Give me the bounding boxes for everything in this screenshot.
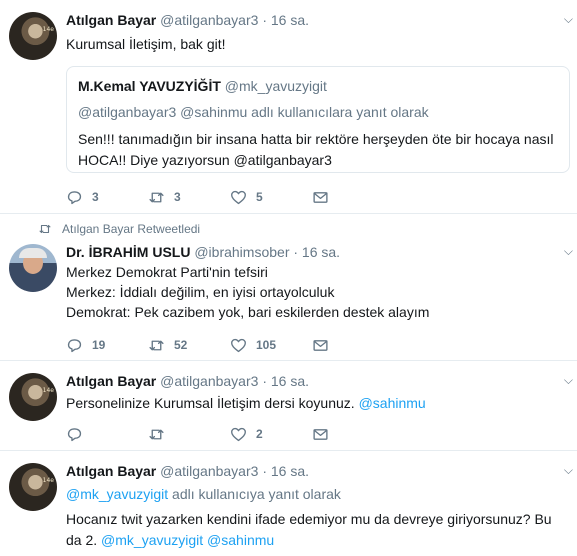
retweet-button[interactable]: 3 <box>148 189 230 206</box>
chevron-down-icon[interactable]: ⌵ <box>564 373 573 388</box>
author-handle[interactable]: @atilganbayar3 <box>160 373 258 389</box>
mention-link[interactable]: @sahinmu <box>359 395 426 411</box>
chevron-down-icon[interactable]: ⌵ <box>564 463 573 478</box>
avatar-badge: 14e <box>42 477 54 484</box>
author-name[interactable]: Atılgan Bayar <box>66 12 156 28</box>
like-button[interactable]: 5 <box>230 189 312 206</box>
avatar[interactable]: 14e <box>9 12 57 60</box>
tweet-actions: 19 52 105 <box>66 334 394 356</box>
quote-author-handle: @mk_yavuzyigit <box>224 78 327 94</box>
tweet-1[interactable]: 14e Atılgan Bayar @atilganbayar3 · 16 sa… <box>0 0 577 214</box>
tweet-actions: 2 <box>66 423 394 445</box>
author-name[interactable]: Atılgan Bayar <box>66 373 156 389</box>
reply-icon <box>67 338 82 352</box>
retweet-count: 52 <box>174 338 188 352</box>
author-handle[interactable]: @ibrahimsober <box>194 244 289 260</box>
chevron-down-icon[interactable]: ⌵ <box>564 12 573 27</box>
tweet-text: Personelinize Kurumsal İletişim dersi ko… <box>66 393 565 413</box>
message-button[interactable] <box>312 426 394 443</box>
tweet-actions: 3 3 5 <box>66 186 394 208</box>
message-button[interactable] <box>312 337 394 354</box>
reply-icon <box>67 190 82 204</box>
retweet-icon <box>149 340 164 350</box>
tweet-text-line: Demokrat: Pek cazibem yok, bari eskilerd… <box>66 304 430 320</box>
tweet-text-line: Merkez: İddialı değilim, en iyisi ortayo… <box>66 284 335 300</box>
tweet-text-body: Personelinize Kurumsal İletişim dersi ko… <box>66 395 355 411</box>
avatar-badge: 14e <box>42 26 54 33</box>
reply-count: 3 <box>92 190 99 204</box>
like-count: 5 <box>256 190 263 204</box>
author-handle[interactable]: @atilganbayar3 <box>160 12 258 28</box>
like-count: 105 <box>256 338 277 352</box>
author-name[interactable]: Dr. İBRAHİM USLU <box>66 244 190 260</box>
envelope-icon <box>313 428 328 440</box>
message-button[interactable] <box>312 189 394 206</box>
tweet-header: Atılgan Bayar @atilganbayar3 · 16 sa. <box>66 10 565 30</box>
author-name[interactable]: Atılgan Bayar <box>66 463 156 479</box>
reply-icon <box>67 427 82 441</box>
tweet-time[interactable]: · 16 sa. <box>262 463 309 479</box>
tweet-header: Dr. İBRAHİM USLU @ibrahimsober · 16 sa. <box>66 242 565 262</box>
tweet-time[interactable]: · 16 sa. <box>262 12 309 28</box>
quote-author-name: M.Kemal YAVUZYİĞİT <box>78 78 221 94</box>
avatar-badge: 14e <box>42 387 54 394</box>
tweet-text: Kurumsal İletişim, bak git! <box>66 36 226 52</box>
tweet-3[interactable]: 14e Atılgan Bayar @atilganbayar3 · 16 sa… <box>0 361 577 451</box>
quote-text: Sen!!! tanımadığın bir insana hatta bir … <box>78 131 554 168</box>
author-handle[interactable]: @atilganbayar3 <box>160 463 258 479</box>
retweet-icon <box>149 192 164 202</box>
tweet-text: Hocanız twit yazarken kendini ifade edem… <box>66 509 565 551</box>
avatar[interactable]: 14e <box>9 373 57 421</box>
heart-icon <box>231 427 246 441</box>
tweet-2[interactable]: Atılgan Bayar Retweetledi Dr. İBRAHİM US… <box>0 214 577 361</box>
envelope-icon <box>313 191 328 203</box>
retweet-context: Atılgan Bayar Retweetledi <box>38 222 200 236</box>
like-button[interactable]: 2 <box>230 426 312 443</box>
quoted-tweet[interactable]: M.Kemal YAVUZYİĞİT @mk_yavuzyigit @atilg… <box>66 66 570 173</box>
avatar[interactable] <box>9 244 57 292</box>
like-count: 2 <box>256 427 263 441</box>
tweet-time[interactable]: · 16 sa. <box>293 244 340 260</box>
tweet-4[interactable]: 14e Atılgan Bayar @atilganbayar3 · 16 sa… <box>0 451 577 556</box>
retweet-button[interactable]: 52 <box>148 337 230 354</box>
retweeted-by[interactable]: Atılgan Bayar Retweetledi <box>62 222 200 236</box>
envelope-icon <box>313 339 328 351</box>
mention-links[interactable]: @mk_yavuzyigit @sahinmu <box>101 532 274 548</box>
retweet-icon <box>149 429 164 439</box>
tweet-header: Atılgan Bayar @atilganbayar3 · 16 sa. <box>66 371 565 391</box>
reply-mention-link[interactable]: @mk_yavuzyigit <box>66 486 168 502</box>
retweet-count: 3 <box>174 190 181 204</box>
like-button[interactable]: 105 <box>230 337 312 354</box>
reply-count: 19 <box>92 338 106 352</box>
reply-button[interactable]: 19 <box>66 337 148 354</box>
quote-header: M.Kemal YAVUZYİĞİT @mk_yavuzyigit <box>78 76 558 96</box>
heart-icon <box>231 338 246 352</box>
reply-context-suffix: adlı kullanıcıya yanıt olarak <box>172 486 341 502</box>
retweet-button[interactable] <box>148 426 230 443</box>
reply-button[interactable]: 3 <box>66 189 148 206</box>
reply-button[interactable] <box>66 426 148 443</box>
retweet-icon <box>39 224 51 234</box>
avatar[interactable]: 14e <box>9 463 57 511</box>
tweet-header: Atılgan Bayar @atilganbayar3 · 16 sa. <box>66 461 565 481</box>
reply-context: @mk_yavuzyigit adlı kullanıcıya yanıt ol… <box>66 484 565 504</box>
chevron-down-icon[interactable]: ⌵ <box>564 244 573 259</box>
heart-icon <box>231 190 246 204</box>
quote-reply-context: @atilganbayar3 @sahinmu adlı kullanıcıla… <box>78 104 429 120</box>
tweet-text-line: Merkez Demokrat Parti'nin tefsiri <box>66 264 268 280</box>
tweet-time[interactable]: · 16 sa. <box>262 373 309 389</box>
